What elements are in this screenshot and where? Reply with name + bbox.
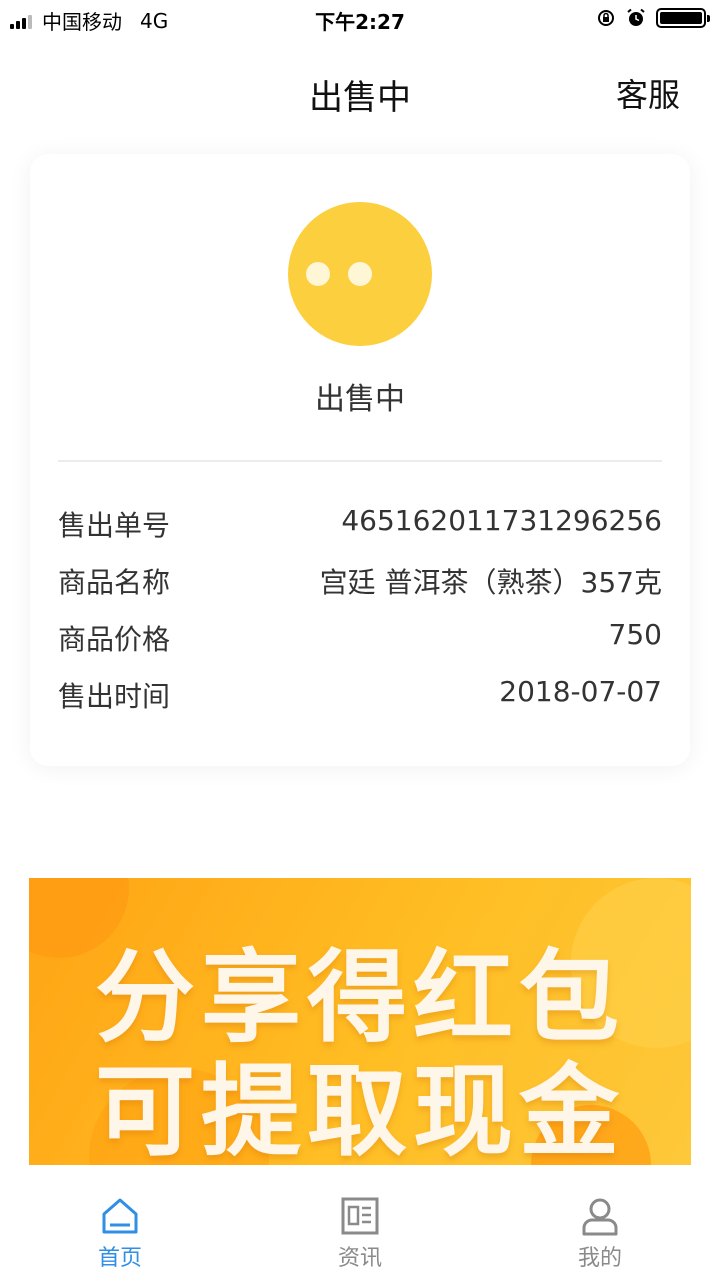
detail-row-order-number: 售出单号 46516201173129625​6 bbox=[58, 504, 662, 561]
detail-label: 售出单号 bbox=[58, 509, 171, 542]
detail-value: 46516201173129625​6 bbox=[341, 504, 662, 537]
status-bar: 中国移动 4G 下午2:27 bbox=[0, 0, 720, 40]
tab-mine[interactable]: 我的 bbox=[480, 1196, 720, 1272]
tab-label: 首页 bbox=[97, 1246, 142, 1271]
order-status-text: 出售中 bbox=[315, 382, 405, 417]
news-icon bbox=[341, 1197, 379, 1235]
tab-label: 资讯 bbox=[337, 1246, 382, 1271]
order-details: 售出单号 46516201173129625​6 商品名称 宫廷 普洱茶（熟茶）… bbox=[58, 504, 662, 732]
detail-label: 商品价格 bbox=[58, 623, 171, 656]
user-icon bbox=[582, 1198, 618, 1236]
detail-row-product-name: 商品名称 宫廷 普洱茶（熟茶）357克 bbox=[58, 561, 662, 618]
detail-row-sale-time: 售出时间 2018-07-07 bbox=[58, 675, 662, 732]
battery-icon bbox=[656, 8, 710, 28]
customer-service-button[interactable]: 客服 bbox=[616, 70, 680, 116]
divider bbox=[58, 460, 662, 462]
selling-status-icon bbox=[288, 202, 432, 346]
alarm-icon bbox=[627, 8, 645, 26]
detail-label: 商品名称 bbox=[58, 566, 171, 599]
status-right bbox=[596, 8, 710, 28]
detail-value: 750 bbox=[608, 618, 662, 651]
tab-label: 我的 bbox=[577, 1246, 622, 1271]
detail-label: 售出时间 bbox=[58, 680, 171, 713]
banner-line-2: 可提取现金 bbox=[95, 1053, 625, 1165]
share-red-packet-banner[interactable]: 分享得红包 可提取现金 bbox=[29, 878, 691, 1165]
page-title: 出售中 bbox=[309, 78, 411, 118]
detail-value: 2018-07-07 bbox=[499, 675, 662, 708]
bottom-tab-bar: 首页 资讯 我的 bbox=[0, 1186, 720, 1280]
detail-row-product-price: 商品价格 750 bbox=[58, 618, 662, 675]
orientation-lock-icon bbox=[598, 10, 614, 26]
detail-value: 宫廷 普洱茶（熟茶）357克 bbox=[319, 566, 662, 599]
tab-home[interactable]: 首页 bbox=[0, 1196, 240, 1272]
home-icon bbox=[102, 1198, 138, 1234]
tab-news[interactable]: 资讯 bbox=[240, 1196, 480, 1272]
order-card: 出售中 售出单号 46516201173129625​6 商品名称 宫廷 普洱茶… bbox=[30, 154, 690, 766]
